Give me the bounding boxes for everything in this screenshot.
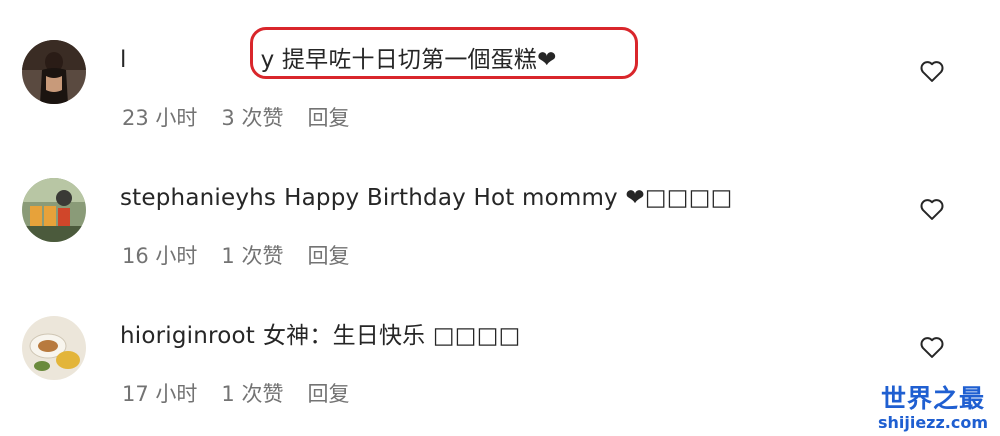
comment-text-line: stephanieyhs Happy Birthday Hot mommy ❤□□…: [120, 183, 733, 213]
avatar[interactable]: [22, 178, 86, 242]
heart-icon[interactable]: [918, 57, 946, 85]
heart-icon[interactable]: [918, 195, 946, 223]
avatar-image: [22, 316, 86, 380]
comment-meta: 17 小时 1 次赞 回复: [122, 381, 373, 407]
comment-time: 23 小时: [122, 106, 198, 130]
comment-text: y 提早咗十日切第一個蛋糕❤: [260, 47, 557, 73]
comments-page: ly 提早咗十日切第一個蛋糕❤ 23 小时 3 次赞 回复 stephaniey…: [0, 0, 1000, 436]
hidden-username-area: [134, 47, 261, 74]
username[interactable]: stephanieyhs: [120, 185, 276, 211]
like-count[interactable]: 3 次赞: [221, 106, 283, 130]
watermark-subtitle: shijiezz.com: [877, 413, 989, 432]
like-count[interactable]: 1 次赞: [221, 244, 283, 268]
comment-text: 女神：生日快乐 □□□□: [262, 323, 521, 349]
like-count[interactable]: 1 次赞: [221, 382, 283, 406]
reply-button[interactable]: 回复: [307, 244, 349, 268]
avatar-image: [22, 40, 86, 104]
username[interactable]: l: [120, 47, 127, 73]
watermark-title: 世界之最: [880, 384, 985, 413]
comment-meta: 23 小时 3 次赞 回复: [122, 105, 373, 131]
comment-text-line: l y 提早咗十日切第一個蛋糕❤: [120, 45, 557, 75]
comment-time: 17 小时: [122, 382, 198, 406]
avatar[interactable]: [22, 40, 86, 104]
comment-time: 16 小时: [122, 244, 198, 268]
reply-button[interactable]: 回复: [307, 382, 349, 406]
comment-meta: 16 小时 1 次赞 回复: [122, 243, 373, 269]
comment-text: Happy Birthday Hot mommy ❤□□□□: [284, 185, 733, 211]
avatar-image: [22, 178, 86, 242]
heart-icon[interactable]: [918, 333, 946, 361]
comment-text-line: hioriginroot 女神：生日快乐 □□□□: [120, 321, 521, 351]
avatar[interactable]: [22, 316, 86, 380]
username[interactable]: hioriginroot: [120, 323, 255, 349]
watermark-logo: 世界之最 shijiezz.com: [874, 384, 992, 432]
reply-button[interactable]: 回复: [307, 106, 349, 130]
